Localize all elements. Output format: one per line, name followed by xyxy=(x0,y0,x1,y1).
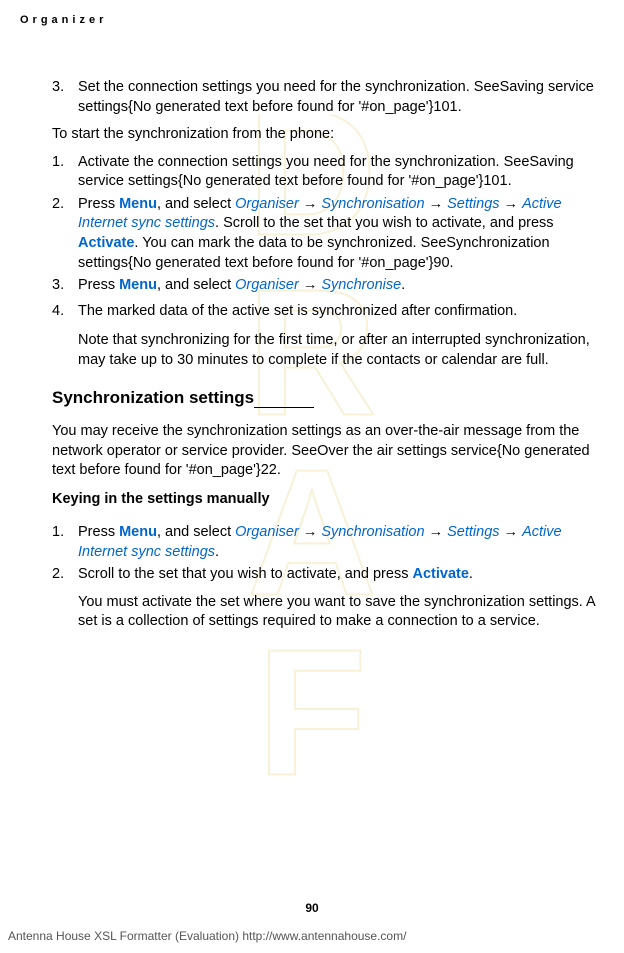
list-item: 3. Set the connection settings you need … xyxy=(52,78,604,117)
list-item: 4. The marked data of the active set is … xyxy=(52,302,604,371)
item-text: Activate the connection settings you nee… xyxy=(78,154,574,190)
list-item: 3. Press Menu, and select Organiser → Sy… xyxy=(52,276,604,296)
page-number: 90 xyxy=(0,901,624,915)
nav-path: Synchronisation xyxy=(321,196,424,212)
list-item: 2. Press Menu, and select Organiser → Sy… xyxy=(52,195,604,273)
item-text: Press Menu, and select Organiser → Synch… xyxy=(78,196,562,271)
item-text: Scroll to the set that you wish to activ… xyxy=(78,566,473,582)
item-number: 2. xyxy=(52,195,64,215)
activate-label: Activate xyxy=(78,235,134,251)
item-number: 3. xyxy=(52,276,64,296)
nav-path: Settings xyxy=(447,524,499,540)
nav-path: Organiser xyxy=(235,196,299,212)
svg-text:F: F xyxy=(257,612,367,813)
subsection-heading: Keying in the settings manually xyxy=(52,491,604,507)
item-note: Note that synchronizing for the first ti… xyxy=(78,331,604,370)
item-number: 2. xyxy=(52,565,64,585)
paragraph: To start the synchronization from the ph… xyxy=(52,125,604,145)
nav-path: Organiser xyxy=(235,524,299,540)
top-list: 3. Set the connection settings you need … xyxy=(52,78,604,117)
footer-text: Antenna House XSL Formatter (Evaluation)… xyxy=(8,929,406,943)
nav-path: Synchronisation xyxy=(321,524,424,540)
item-text: Press Menu, and select Organiser → Synch… xyxy=(78,277,405,293)
activate-label: Activate xyxy=(412,566,468,582)
item-number: 3. xyxy=(52,78,64,98)
steps-list: 1. Activate the connection settings you … xyxy=(52,153,604,371)
list-item: 1. Activate the connection settings you … xyxy=(52,153,604,192)
page-header: Organizer xyxy=(20,14,604,26)
item-text: The marked data of the active set is syn… xyxy=(78,303,517,319)
nav-path: Settings xyxy=(447,196,499,212)
item-number: 1. xyxy=(52,153,64,173)
item-number: 1. xyxy=(52,523,64,543)
nav-path: Organiser xyxy=(235,277,299,293)
menu-label: Menu xyxy=(119,277,157,293)
manual-steps-list: 1. Press Menu, and select Organiser → Sy… xyxy=(52,523,604,632)
item-text: Press Menu, and select Organiser → Synch… xyxy=(78,524,562,560)
menu-label: Menu xyxy=(119,196,157,212)
paragraph: You may receive the synchronization sett… xyxy=(52,422,604,481)
item-number: 4. xyxy=(52,302,64,322)
item-note: You must activate the set where you want… xyxy=(78,593,604,632)
list-item: 1. Press Menu, and select Organiser → Sy… xyxy=(52,523,604,562)
section-heading: Synchronization settings xyxy=(52,388,604,408)
nav-path: Synchronise xyxy=(321,277,401,293)
list-item: 2. Scroll to the set that you wish to ac… xyxy=(52,565,604,632)
item-text: Set the connection settings you need for… xyxy=(78,79,594,115)
menu-label: Menu xyxy=(119,524,157,540)
